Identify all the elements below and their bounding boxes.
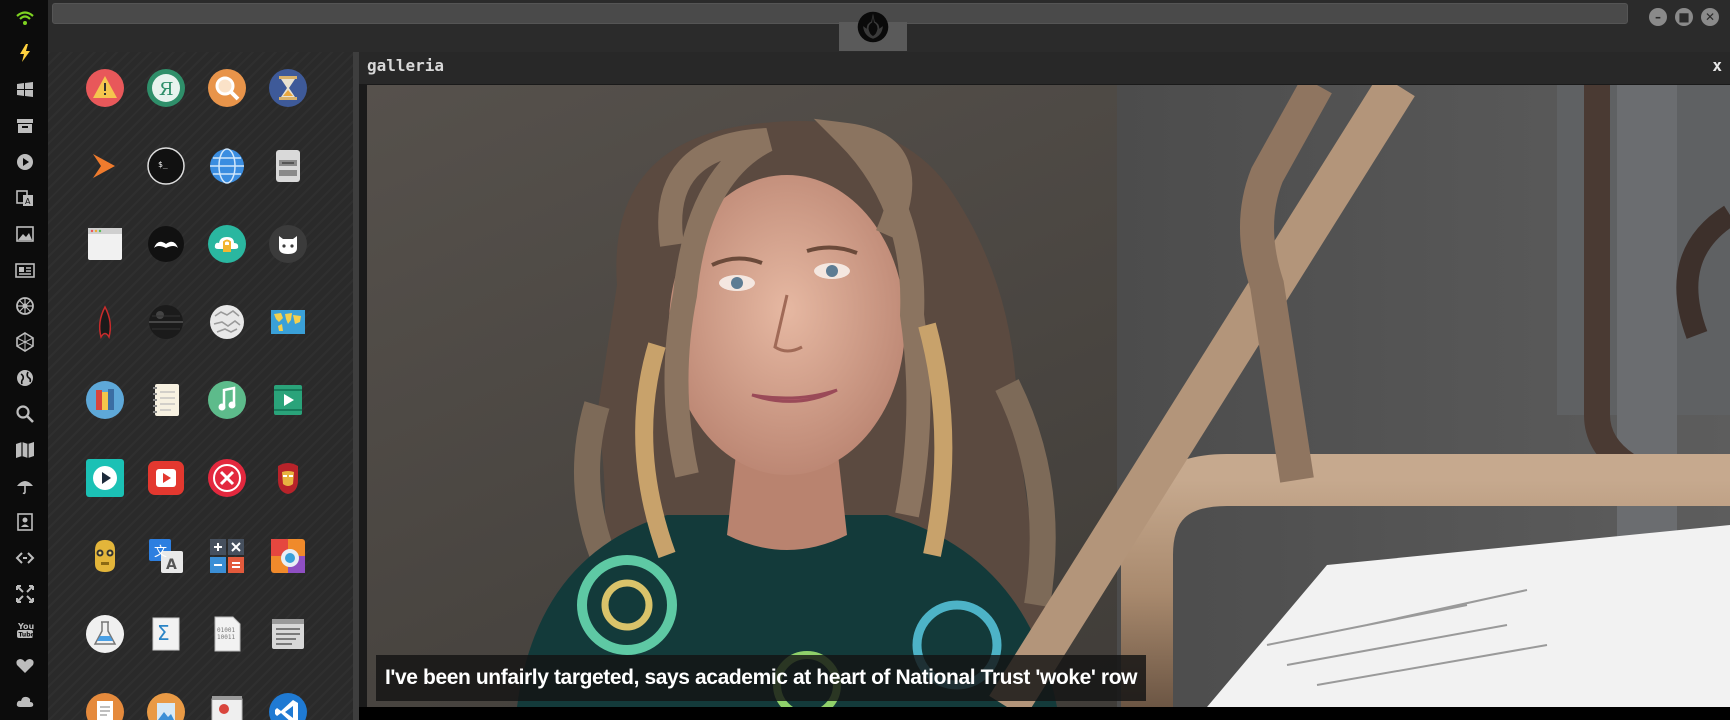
app-launcher-panel: Я $_ 文 A Σ 01001 10011: [48, 52, 353, 720]
svg-text:10011: 10011: [217, 634, 235, 641]
heart-icon[interactable]: [12, 653, 38, 679]
starfleet-icon[interactable]: [85, 302, 125, 342]
presentation-icon[interactable]: [207, 692, 247, 720]
books-icon[interactable]: [85, 380, 125, 420]
photo-icon[interactable]: [146, 692, 186, 720]
fullscreen-icon[interactable]: [12, 581, 38, 607]
yandex-icon[interactable]: Я: [146, 68, 186, 108]
github-icon[interactable]: [268, 224, 308, 264]
hexagon-icon[interactable]: [12, 329, 38, 355]
vscode-icon[interactable]: [268, 692, 308, 720]
cloud-icon[interactable]: [12, 689, 38, 715]
warning-icon[interactable]: [85, 68, 125, 108]
color-window-icon[interactable]: [268, 536, 308, 576]
cloud-lock-icon[interactable]: [207, 224, 247, 264]
mustache-icon[interactable]: [146, 224, 186, 264]
calculator-icon[interactable]: [207, 536, 247, 576]
drive-icon[interactable]: [268, 146, 308, 186]
play-icon[interactable]: [12, 149, 38, 175]
svg-text:Σ: Σ: [157, 621, 170, 645]
youtube-icon[interactable]: You Tube: [12, 617, 38, 643]
photo-caption: I've been unfairly targeted, says academ…: [376, 655, 1147, 701]
gallery-photo[interactable]: I've been unfairly targeted, says academ…: [367, 85, 1730, 707]
death-star-icon[interactable]: [146, 302, 186, 342]
translate-app-icon[interactable]: 文A: [146, 536, 186, 576]
svg-text:You: You: [17, 622, 35, 631]
notebook-icon[interactable]: [146, 380, 186, 420]
terminal-icon[interactable]: $_: [146, 146, 186, 186]
svg-text:$_: $_: [158, 160, 168, 169]
windows-icon[interactable]: [12, 77, 38, 103]
binary-file-icon[interactable]: 01001 10011: [207, 614, 247, 654]
document-icon[interactable]: [85, 692, 125, 720]
video-icon[interactable]: [268, 380, 308, 420]
svg-text:01001: 01001: [217, 627, 235, 634]
magnifier-icon[interactable]: [207, 68, 247, 108]
flask-icon[interactable]: [85, 614, 125, 654]
play-button-icon[interactable]: [85, 458, 125, 498]
browser-window-icon[interactable]: [85, 224, 125, 264]
galleria-window: galleria x I've been unfairly targeted, …: [359, 52, 1730, 720]
globe-icon[interactable]: [12, 365, 38, 391]
world-map-icon[interactable]: [268, 302, 308, 342]
code-icon[interactable]: [12, 545, 38, 571]
empire-icon[interactable]: [12, 293, 38, 319]
text-editor-icon[interactable]: [268, 614, 308, 654]
iron-man-icon[interactable]: [268, 458, 308, 498]
close-circle-icon[interactable]: [207, 458, 247, 498]
red-play-icon[interactable]: [146, 458, 186, 498]
translate-icon[interactable]: A: [12, 185, 38, 211]
dock: A You Tube: [0, 0, 48, 720]
galleria-footer: [359, 707, 1730, 720]
power-bolt-icon[interactable]: [12, 40, 38, 66]
close-window-button[interactable]: ✕: [1701, 8, 1719, 26]
search-icon[interactable]: [12, 401, 38, 427]
forward-icon[interactable]: [85, 146, 125, 186]
sigma-icon[interactable]: Σ: [146, 614, 186, 654]
contacts-icon[interactable]: [12, 509, 38, 535]
galleria-close-button[interactable]: x: [1712, 56, 1722, 75]
umbrella-icon[interactable]: [12, 473, 38, 499]
photo-illustration: [367, 85, 1730, 707]
image-icon[interactable]: [12, 221, 38, 247]
wikipedia-icon[interactable]: [207, 302, 247, 342]
svg-text:Я: Я: [159, 79, 174, 100]
address-bar[interactable]: [52, 3, 1628, 24]
minimize-button[interactable]: –: [1649, 8, 1667, 26]
wifi-icon[interactable]: [12, 5, 38, 31]
maximize-button[interactable]: ■: [1675, 8, 1693, 26]
svg-text:Tube: Tube: [19, 632, 35, 639]
rebel-alliance-icon[interactable]: [854, 8, 892, 46]
galleria-header: galleria x: [359, 52, 1730, 84]
galleria-title: galleria: [367, 56, 445, 75]
news-icon[interactable]: [12, 257, 38, 283]
hourglass-icon[interactable]: [268, 68, 308, 108]
globe-browser-icon[interactable]: [207, 146, 247, 186]
svg-text:A: A: [25, 197, 31, 206]
svg-text:A: A: [166, 557, 177, 573]
c3po-icon[interactable]: [85, 536, 125, 576]
map-icon[interactable]: [12, 437, 38, 463]
music-icon[interactable]: [207, 380, 247, 420]
archive-icon[interactable]: [12, 113, 38, 139]
top-bar: – ■ ✕: [48, 0, 1730, 52]
